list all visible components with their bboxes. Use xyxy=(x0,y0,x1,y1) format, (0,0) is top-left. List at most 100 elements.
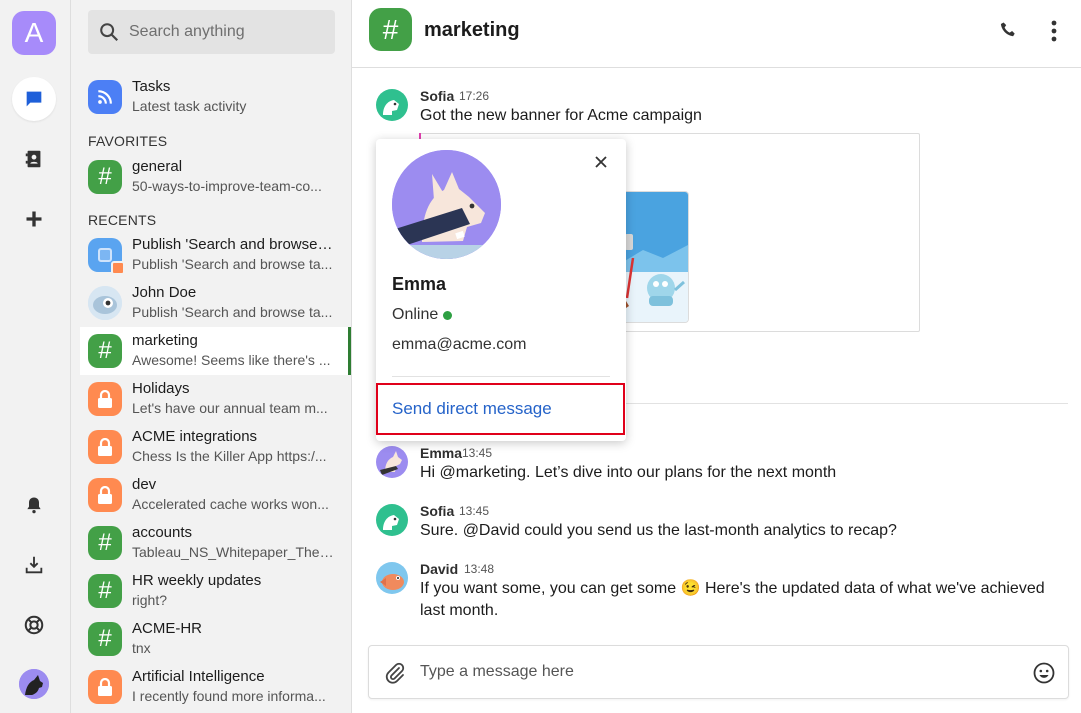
conversation-preview: Tableau_NS_Whitepaper_The_... xyxy=(132,544,334,560)
hash-icon: # xyxy=(369,8,412,51)
conversation-preview: Publish 'Search and browse ta... xyxy=(132,304,333,320)
sidebar-item-dev[interactable]: dev Accelerated cache works won... xyxy=(80,471,350,519)
sidebar-item-acme-hr[interactable]: # ACME-HR tnx xyxy=(80,615,350,663)
account-avatar[interactable]: A xyxy=(12,11,56,55)
message-text: Sure. @David could you send us the last-… xyxy=(420,522,897,539)
phone-icon[interactable] xyxy=(997,19,1021,43)
send-direct-message-button[interactable]: Send direct message xyxy=(376,383,625,435)
avatar[interactable] xyxy=(376,504,408,536)
conversation-preview: I recently found more informa... xyxy=(132,688,326,704)
lock-icon xyxy=(88,382,122,416)
sidebar-item-artificial-intelligence[interactable]: Artificial Intelligence I recently found… xyxy=(80,663,350,711)
conversation-preview: right? xyxy=(132,592,168,608)
recents-heading: RECENTS xyxy=(88,212,157,228)
avatar xyxy=(88,286,122,320)
favorites-heading: FAVORITES xyxy=(88,133,168,149)
status-label: Online xyxy=(392,306,439,323)
conversation-title: dev xyxy=(132,476,157,493)
emoji-icon[interactable] xyxy=(1032,661,1056,685)
conversation-preview: Let's have our annual team m... xyxy=(132,400,328,416)
conversation-title: HR weekly updates xyxy=(132,572,262,589)
sidebar-item-hr-weekly-updates[interactable]: # HR weekly updates right? xyxy=(80,567,350,615)
sidebar-item-general[interactable]: # general 50-ways-to-improve-team-co... xyxy=(80,153,350,201)
message-time: 13:45 xyxy=(462,446,493,460)
conversation-preview: Accelerated cache works won... xyxy=(132,496,329,512)
lock-icon xyxy=(88,478,122,512)
search-input[interactable]: Search anything xyxy=(129,23,245,41)
message-time: 13:45 xyxy=(459,504,490,518)
banner-image[interactable] xyxy=(622,191,689,323)
conversation-title: Holidays xyxy=(132,380,190,397)
conversation-title: general xyxy=(132,158,183,175)
profile-name: Emma xyxy=(392,274,447,294)
avatar[interactable] xyxy=(376,446,408,478)
conversation-title: Tasks xyxy=(132,78,171,95)
avatar[interactable] xyxy=(376,562,408,594)
message-text: Hi @marketing. Let’s dive into our plans… xyxy=(420,464,837,481)
message-time: 17:26 xyxy=(459,89,490,103)
contacts-icon[interactable] xyxy=(12,137,56,181)
task-icon xyxy=(88,238,125,275)
close-icon[interactable] xyxy=(590,151,612,173)
search-icon xyxy=(100,23,119,42)
conversation-preview: Chess Is the Killer App https:/... xyxy=(132,448,327,464)
conversation-title: ACME-HR xyxy=(132,620,202,637)
conversation-title: accounts xyxy=(132,524,193,541)
hash-icon: # xyxy=(88,574,122,608)
sidebar-item-john-doe[interactable]: John Doe Publish 'Search and browse ta..… xyxy=(80,279,350,327)
presence-status: Online xyxy=(392,306,453,324)
message-author: Sofia xyxy=(420,503,455,519)
attachment-icon[interactable] xyxy=(383,661,407,685)
sidebar-item-holidays[interactable]: Holidays Let's have our annual team m... xyxy=(80,375,350,423)
message-author: Sofia xyxy=(420,88,455,104)
conversation-preview: Awesome! Seems like there's ... xyxy=(132,352,331,368)
sidebar-item-marketing[interactable]: # marketing Awesome! Seems like there's … xyxy=(80,327,351,375)
conversation-title: Publish 'Search and browse ... xyxy=(132,236,334,253)
app-window: A Search anything Tasks Latest task acti… xyxy=(0,0,1081,713)
hash-icon: # xyxy=(88,334,122,368)
conversation-preview: Publish 'Search and browse ta... xyxy=(132,256,333,272)
online-indicator-icon xyxy=(443,310,453,320)
avatar[interactable] xyxy=(376,89,408,121)
chat-header: # marketing xyxy=(352,0,1081,68)
add-icon[interactable] xyxy=(12,197,56,241)
sidebar-item-tasks[interactable]: Tasks Latest task activity xyxy=(80,73,350,121)
conversation-sidebar: Search anything Tasks Latest task activi… xyxy=(71,0,352,713)
message-text: If you want some, you can get some 😉 Her… xyxy=(420,580,1045,619)
date-divider xyxy=(622,403,1068,404)
download-icon[interactable] xyxy=(12,543,56,587)
conversation-title: Artificial Intelligence xyxy=(132,668,265,685)
sidebar-item-acme-integrations[interactable]: ACME integrations Chess Is the Killer Ap… xyxy=(80,423,350,471)
lock-icon xyxy=(88,430,122,464)
chats-icon[interactable] xyxy=(12,77,56,121)
message-composer[interactable]: Type a message here xyxy=(368,645,1069,699)
hash-icon: # xyxy=(88,526,122,560)
message-time: 13:48 xyxy=(464,562,495,576)
help-icon[interactable] xyxy=(12,603,56,647)
message-author: Emma xyxy=(420,445,463,461)
conversation-preview: 50-ways-to-improve-team-co... xyxy=(132,178,322,194)
user-avatar[interactable] xyxy=(19,669,49,699)
conversation-preview: tnx xyxy=(132,640,151,656)
sidebar-item-accounts[interactable]: # accounts Tableau_NS_Whitepaper_The_... xyxy=(80,519,350,567)
notifications-icon[interactable] xyxy=(12,483,56,527)
avatar xyxy=(392,150,501,259)
conversation-title: ACME integrations xyxy=(132,428,258,445)
message-text: Got the new banner for Acme campaign xyxy=(420,107,702,124)
profile-popup: Emma Online emma@acme.com Send direct me… xyxy=(376,139,626,441)
more-options-icon[interactable] xyxy=(1042,18,1066,44)
conversation-preview: Latest task activity xyxy=(132,98,247,114)
lock-icon xyxy=(88,670,122,704)
hash-icon: # xyxy=(88,622,122,656)
nav-rail: A xyxy=(0,0,71,713)
search-box[interactable]: Search anything xyxy=(88,10,335,54)
channel-title[interactable]: marketing xyxy=(424,19,520,42)
sidebar-item-publish-task[interactable]: Publish 'Search and browse ... Publish '… xyxy=(80,231,350,279)
conversation-title: John Doe xyxy=(132,284,197,301)
message-input[interactable]: Type a message here xyxy=(420,663,574,681)
conversation-title: marketing xyxy=(132,332,198,349)
message-author: David xyxy=(420,561,459,577)
rss-icon xyxy=(88,80,122,114)
divider xyxy=(392,376,610,377)
profile-email: emma@acme.com xyxy=(392,336,527,353)
